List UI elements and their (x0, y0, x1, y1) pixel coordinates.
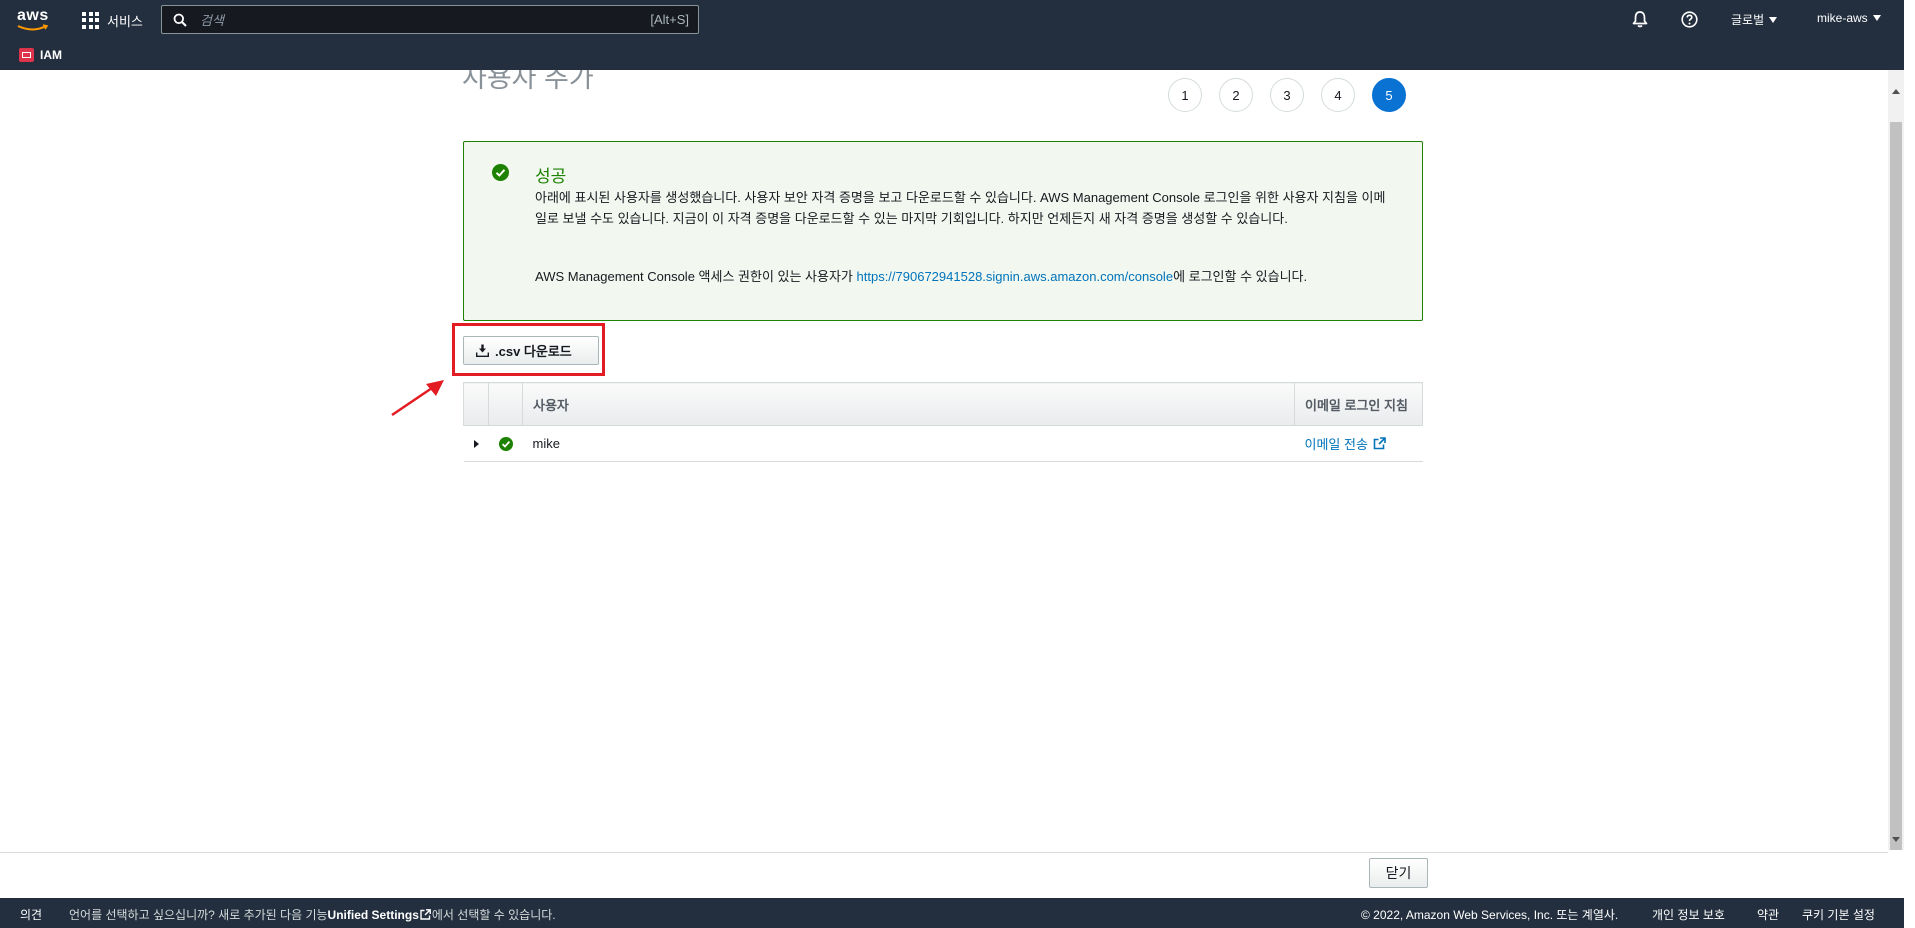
services-label: 서비스 (107, 13, 143, 29)
aws-logo[interactable]: aws (17, 7, 53, 33)
close-button[interactable]: 닫기 (1369, 858, 1428, 888)
favorite-service-label: IAM (40, 48, 62, 62)
search-bar[interactable]: [Alt+S] (161, 5, 699, 34)
email-action-cell: 이메일 전송 (1294, 425, 1423, 462)
console-signin-link[interactable]: https://790672941528.signin.aws.amazon.c… (857, 269, 1174, 284)
top-navigation: aws 서비스 [Alt+S] 글로벌 mike-aws (0, 0, 1904, 70)
column-expand (463, 382, 489, 426)
aws-logo-text: aws (17, 7, 49, 24)
send-email-link[interactable]: 이메일 전송 (1305, 434, 1386, 453)
unified-settings-link[interactable]: Unified Settings (328, 908, 419, 922)
table-header-row: 사용자 이메일 로그인 지침 (463, 382, 1423, 426)
success-alert: 성공 아래에 표시된 사용자를 생성했습니다. 사용자 보안 자격 증명을 보고… (463, 141, 1423, 321)
column-status (488, 382, 523, 426)
account-label: mike-aws (1817, 11, 1868, 25)
download-icon (476, 344, 489, 357)
iam-icon (19, 48, 34, 62)
external-link-icon (420, 909, 431, 920)
download-csv-button[interactable]: .csv 다운로드 (463, 336, 599, 365)
page-title: 사용자 추가 (462, 70, 762, 100)
aws-smile-icon (17, 24, 49, 31)
caret-down-icon (1769, 16, 1778, 23)
wizard-action-bar (0, 852, 1888, 899)
console-footer: 의견 언어를 선택하고 싶으십니까? 새로 추가된 다음 기능Unified S… (0, 898, 1904, 928)
region-selector[interactable]: 글로벌 (1731, 11, 1778, 28)
cookie-preferences-link[interactable]: 쿠키 기본 설정 (1802, 906, 1875, 923)
services-menu-button[interactable]: 서비스 (82, 9, 143, 31)
annotation-arrow-icon (391, 380, 444, 417)
caret-down-icon (1872, 15, 1881, 21)
expand-cell[interactable] (463, 425, 489, 462)
feedback-link[interactable]: 의견 (20, 906, 42, 923)
search-input[interactable] (198, 9, 602, 32)
success-check-icon (498, 437, 513, 452)
step-3[interactable]: 3 (1270, 78, 1304, 112)
window-edge (1904, 0, 1915, 928)
page-scrollbar[interactable] (1888, 70, 1904, 850)
alert-message: 아래에 표시된 사용자를 생성했습니다. 사용자 보안 자격 증명을 보고 다운… (535, 190, 1386, 226)
privacy-link[interactable]: 개인 정보 보호 (1652, 906, 1725, 923)
step-1[interactable]: 1 (1168, 78, 1202, 112)
terms-link[interactable]: 약관 (1757, 906, 1779, 923)
success-check-icon (492, 164, 509, 181)
external-link-icon (1373, 437, 1386, 450)
step-4[interactable]: 4 (1321, 78, 1355, 112)
table-row: mike 이메일 전송 (463, 425, 1423, 462)
scroll-up-icon[interactable] (1892, 89, 1900, 94)
expand-row-icon[interactable] (473, 440, 479, 448)
favorite-service-iam[interactable]: IAM (19, 48, 62, 62)
language-notice: 언어를 선택하고 싶으십니까? 새로 추가된 다음 기능Unified Sett… (69, 906, 556, 923)
alert-title: 성공 (535, 167, 567, 186)
created-users-table: 사용자 이메일 로그인 지침 mike 이메일 전송 (463, 382, 1423, 462)
region-label: 글로벌 (1731, 13, 1765, 27)
search-icon (173, 13, 187, 27)
download-csv-label: .csv 다운로드 (495, 344, 572, 359)
help-icon[interactable] (1681, 11, 1698, 28)
search-shortcut-hint: [Alt+S] (650, 12, 689, 27)
copyright: © 2022, Amazon Web Services, Inc. 또는 계열사… (1361, 908, 1619, 922)
console-info-prefix: AWS Management Console 액세스 권한이 있는 사용자가 (535, 269, 857, 284)
scroll-down-icon[interactable] (1892, 837, 1900, 842)
console-info-suffix: 에 로그인할 수 있습니다. (1173, 269, 1308, 284)
language-notice-prefix: 언어를 선택하고 싶으십니까? 새로 추가된 다음 기능 (69, 908, 328, 922)
step-2[interactable]: 2 (1219, 78, 1253, 112)
alert-console-info: AWS Management Console 액세스 권한이 있는 사용자가 h… (535, 266, 1415, 287)
column-email-instructions[interactable]: 이메일 로그인 지침 (1294, 382, 1423, 426)
scrollbar-thumb[interactable] (1890, 122, 1902, 850)
account-menu[interactable]: mike-aws (1817, 11, 1881, 25)
wizard-steps: 1 2 3 4 5 (1168, 78, 1406, 112)
column-user[interactable]: 사용자 (522, 382, 1295, 426)
page-title-text: 사용자 추가 (462, 70, 594, 93)
language-notice-suffix: 에서 선택할 수 있습니다. (431, 908, 556, 922)
step-5[interactable]: 5 (1372, 78, 1406, 112)
status-cell (488, 425, 523, 462)
send-email-label: 이메일 전송 (1304, 437, 1368, 452)
bell-icon[interactable] (1631, 10, 1649, 28)
user-name-cell: mike (522, 425, 1295, 462)
grid-icon (82, 11, 99, 29)
